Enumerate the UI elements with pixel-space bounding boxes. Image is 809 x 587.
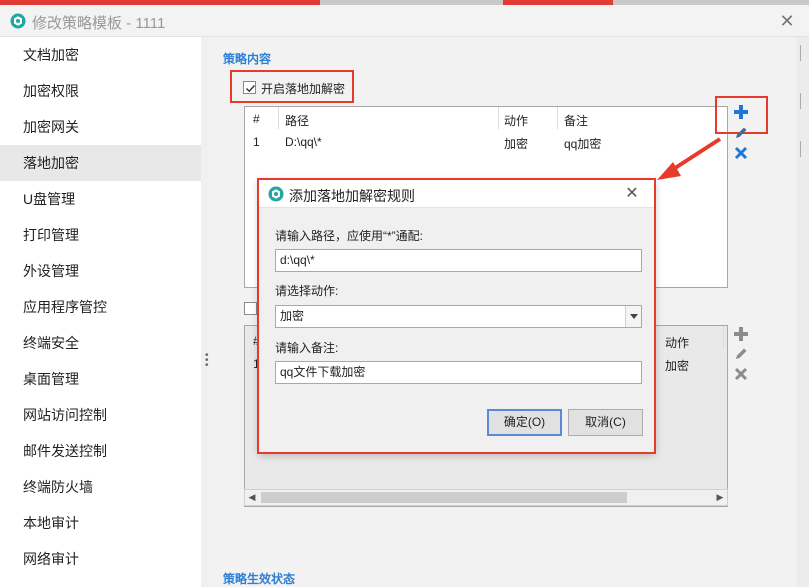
note-input[interactable]: qq文件下载加密 bbox=[275, 361, 642, 384]
dialog-logo-icon bbox=[268, 186, 284, 202]
dialog-close-button[interactable]: ✕ bbox=[622, 184, 642, 204]
chevron-down-icon[interactable] bbox=[625, 306, 641, 327]
dialog-titlebar: 添加落地加解密规则 ✕ bbox=[259, 180, 655, 208]
cancel-button[interactable]: 取消(C) bbox=[568, 409, 643, 436]
path-label: 请输入路径，应使用“*”通配: bbox=[275, 229, 423, 243]
dialog-title: 添加落地加解密规则 bbox=[289, 188, 415, 204]
ok-button[interactable]: 确定(O) bbox=[487, 409, 562, 436]
add-rule-dialog: 添加落地加解密规则 ✕ 请输入路径，应使用“*”通配: d:\qq\* 请选择动… bbox=[259, 180, 655, 453]
path-input[interactable]: d:\qq\* bbox=[275, 249, 642, 272]
action-select-value: 加密 bbox=[280, 309, 305, 323]
action-select[interactable]: 加密 bbox=[275, 305, 642, 328]
action-label: 请选择动作: bbox=[275, 284, 339, 298]
note-label: 请输入备注: bbox=[275, 341, 339, 355]
